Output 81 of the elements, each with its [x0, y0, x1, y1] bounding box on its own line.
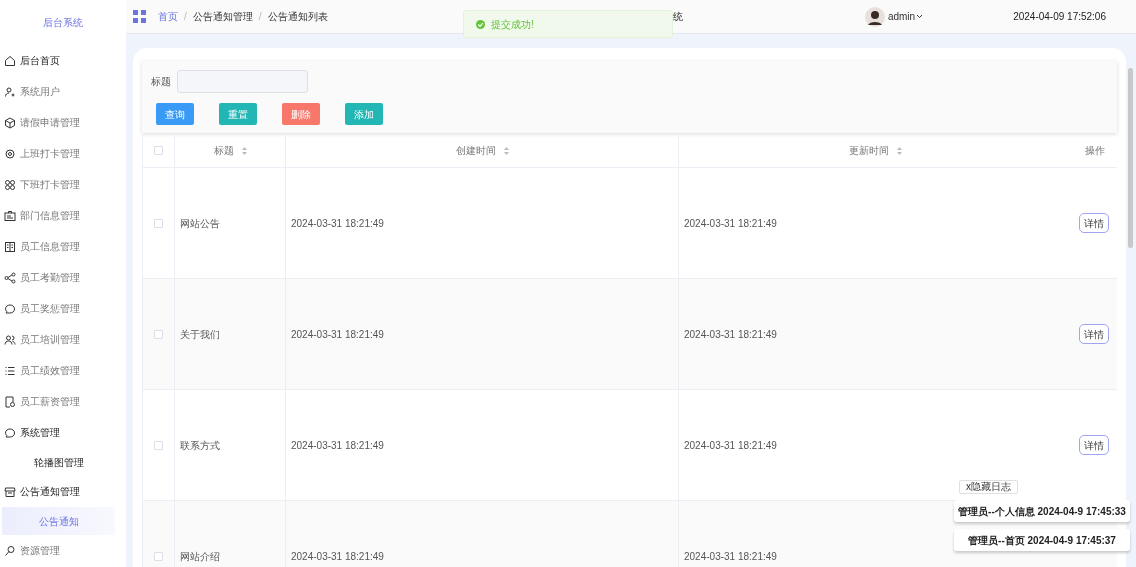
submenu-item[interactable]: 公告通知 — [2, 507, 115, 535]
cube-icon — [4, 116, 16, 129]
column-header[interactable]: 标题 — [213, 143, 234, 158]
list-icon — [4, 364, 16, 377]
log-entry: 管理员--首页 2024-04-9 17:45:37 — [954, 529, 1130, 551]
sort-icon[interactable] — [241, 146, 247, 155]
menu-item[interactable]: 下班打卡管理 — [0, 169, 126, 200]
table-cell-text: 关于我们 — [180, 327, 220, 342]
details-button[interactable]: 详情 — [1079, 435, 1109, 455]
scrollbar[interactable] — [1128, 68, 1133, 248]
table-cell-text: 2024-03-31 18:21:49 — [684, 438, 777, 453]
breadcrumb-separator: / — [258, 10, 262, 24]
column-header[interactable]: 创建时间 — [455, 143, 496, 158]
toast-message: 提交成功! — [491, 17, 534, 32]
breadcrumb-separator: / — [184, 10, 187, 24]
breadcrumb-item: 公告通知列表 — [267, 10, 328, 24]
check-circle-icon — [476, 19, 485, 29]
table-cell-text: 2024-03-31 18:21:49 — [684, 216, 777, 231]
menu-item[interactable]: 部门信息管理 — [0, 200, 126, 231]
sort-icon[interactable] — [896, 146, 902, 155]
details-button[interactable]: 详情 — [1079, 324, 1109, 344]
sort-icon[interactable] — [503, 146, 509, 155]
chat-icon — [4, 426, 16, 439]
select-all-checkbox[interactable] — [154, 146, 163, 155]
menu-item[interactable]: 员工薪资管理 — [0, 386, 126, 417]
shop-icon — [4, 485, 16, 498]
menu-item[interactable]: 系统用户 — [0, 76, 126, 107]
app-title: 后台系统 — [43, 16, 83, 30]
column-header: 操作 — [1085, 144, 1105, 158]
users-icon — [4, 333, 16, 346]
table-cell-text: 网站介绍 — [180, 549, 220, 564]
grid-menu-icon[interactable] — [133, 10, 146, 23]
document-icon — [4, 395, 16, 408]
share-icon — [4, 271, 16, 284]
breadcrumb-link[interactable]: 首页 — [158, 9, 178, 24]
table-cell-text: 2024-03-31 18:21:49 — [291, 327, 384, 342]
row-checkbox[interactable] — [154, 218, 163, 228]
submenu-item[interactable]: 轮播图管理 — [2, 448, 115, 476]
table-cell-text: 2024-03-31 18:21:49 — [291, 216, 384, 231]
avatar[interactable] — [864, 6, 885, 27]
table-cell-text: 2024-03-31 18:21:49 — [291, 438, 384, 453]
menu-item[interactable]: 员工信息管理 — [0, 231, 126, 262]
datetime: 2024-04-09 17:52:06 — [1013, 10, 1106, 24]
table-cell-text: 网站公告 — [180, 216, 220, 231]
gear-icon — [4, 147, 16, 160]
user-icon — [4, 85, 16, 98]
menu-item[interactable]: 员工奖惩管理 — [0, 293, 126, 324]
row-checkbox[interactable] — [154, 551, 163, 561]
chat-icon — [4, 302, 16, 315]
home-icon — [4, 54, 16, 67]
search-icon — [4, 544, 16, 557]
menu-item[interactable]: 员工考勤管理 — [0, 262, 126, 293]
menu-item[interactable]: 公告通知管理 — [0, 476, 126, 507]
column-header[interactable]: 更新时间 — [848, 143, 889, 158]
menu-item[interactable]: 系统管理 — [0, 417, 126, 448]
row-checkbox[interactable] — [154, 440, 163, 450]
table-cell-text: 联系方式 — [180, 438, 220, 453]
chevron-icon — [916, 14, 924, 19]
menu-item[interactable]: 上班打卡管理 — [0, 138, 126, 169]
action-button[interactable]: 删除 — [282, 103, 320, 125]
hide-log-button[interactable]: x隐藏日志 — [959, 480, 1018, 494]
field-label: 标题 — [151, 75, 171, 89]
menu-item[interactable]: 资源管理 — [0, 535, 126, 566]
table-cell-text: 2024-03-31 18:21:49 — [684, 549, 777, 564]
log-entry: 管理员--个人信息 2024-04-9 17:45:33 — [954, 500, 1130, 522]
row-checkbox[interactable] — [154, 329, 163, 339]
title-input[interactable] — [177, 70, 308, 93]
menu-item[interactable]: 后台首页 — [0, 45, 126, 76]
menu-item[interactable]: 请假申请管理 — [0, 107, 126, 138]
grid-icon — [4, 178, 16, 191]
table-cell-text: 2024-03-31 18:21:49 — [291, 549, 384, 564]
book-icon — [4, 240, 16, 253]
menu-item[interactable]: 员工绩效管理 — [0, 355, 126, 386]
menu-item[interactable]: 员工培训管理 — [0, 324, 126, 355]
user-menu[interactable]: admin — [887, 9, 924, 24]
action-button[interactable]: 查询 — [156, 103, 194, 125]
id-card-icon — [4, 209, 16, 222]
header-title: 统 — [672, 10, 683, 24]
breadcrumb-item: 公告通知管理 — [192, 10, 253, 24]
table-cell-text: 2024-03-31 18:21:49 — [684, 327, 777, 342]
details-button[interactable]: 详情 — [1079, 213, 1109, 233]
